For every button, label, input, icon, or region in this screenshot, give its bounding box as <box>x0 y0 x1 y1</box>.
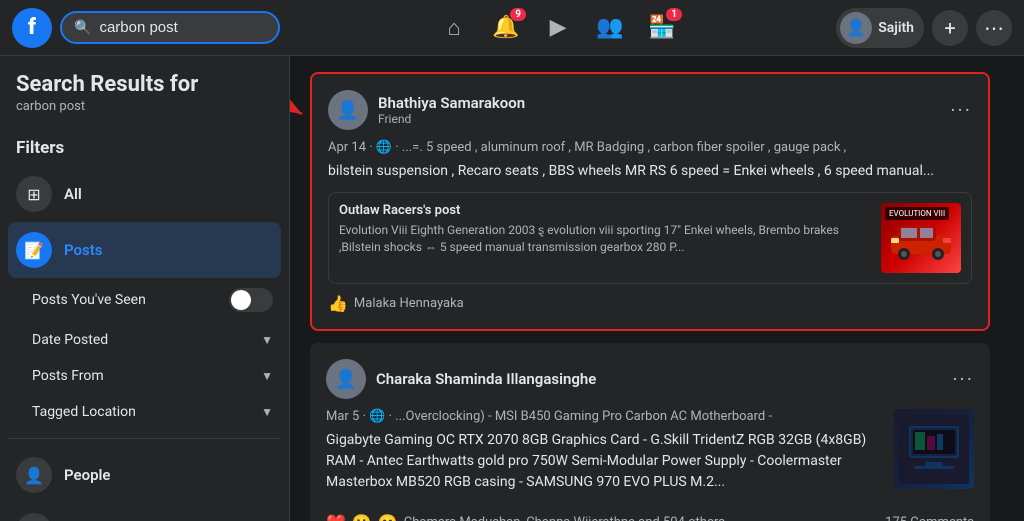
post1-menu-button[interactable]: ··· <box>950 98 972 122</box>
user-profile-button[interactable]: 👤 Sajith <box>836 8 924 48</box>
posts-seen-label: Posts You've Seen <box>32 292 146 308</box>
posts-you-seen-item[interactable]: Posts You've Seen <box>24 278 281 322</box>
groups-icon: 👥 <box>596 15 623 40</box>
nav-watch-button[interactable]: ▶ <box>534 4 582 52</box>
nav-icons: ⌂ 🔔 9 ▶ 👥 🏪 1 <box>288 4 828 52</box>
post1-subtitle: Friend <box>378 112 940 126</box>
search-results-title: Search Results for <box>8 72 281 99</box>
user-name: Sajith <box>878 20 914 36</box>
tagged-location-label: Tagged Location <box>32 404 136 420</box>
date-posted-label: Date Posted <box>32 332 108 348</box>
post1-username[interactable]: Bhathiya Samarakoon <box>378 94 940 112</box>
nav-home-button[interactable]: ⌂ <box>430 4 478 52</box>
filters-title: Filters <box>8 130 281 166</box>
pc-image-svg <box>899 414 969 484</box>
post2-text: Gigabyte Gaming OC RTX 2070 8GB Graphics… <box>326 430 884 493</box>
posts-seen-toggle[interactable] <box>229 288 273 312</box>
shared-post-image: EVOLUTION VIII <box>881 203 961 273</box>
top-navigation: f 🔍 ⌂ 🔔 9 ▶ 👥 🏪 1 👤 Sajith + <box>0 0 1024 56</box>
post1-avatar: 👤 <box>328 90 368 130</box>
plus-icon: + <box>944 16 955 40</box>
sidebar-people-label: People <box>64 466 111 484</box>
post-card-1: 👤 Bhathiya Samarakoon Friend ··· Apr 14 … <box>310 72 990 331</box>
posts-from-label: Posts From <box>32 368 104 384</box>
sidebar-posts-label: Posts <box>64 241 102 259</box>
like-emoji: 👍 <box>328 294 348 313</box>
evolution-label: EVOLUTION VIII <box>885 207 949 220</box>
play-icon: ▶ <box>550 15 567 40</box>
post2-image <box>894 409 974 489</box>
menu-dots-button[interactable]: ⋯ <box>976 10 1012 46</box>
post1-header: 👤 Bhathiya Samarakoon Friend ··· <box>328 90 972 130</box>
post2-username[interactable]: Charaka Shaminda Illangasinghe <box>376 370 942 388</box>
sidebar-item-posts[interactable]: 📝 Posts <box>8 222 281 278</box>
post2-menu-button[interactable]: ··· <box>952 367 974 391</box>
post2-text-block: Mar 5 · 🌐 · ...Overclocking) - MSI B450 … <box>326 409 884 503</box>
date-posted-chevron: ▼ <box>261 333 273 347</box>
post2-reactions: ❤️ 😮 😄 Chamara Madushan, Channa Wijerath… <box>326 513 974 521</box>
home-icon: ⌂ <box>447 15 460 41</box>
avatar: 👤 <box>840 12 872 44</box>
sidebar-item-people[interactable]: 👤 People <box>8 447 281 503</box>
people-icon: 👤 <box>16 457 52 493</box>
search-input[interactable] <box>99 19 259 36</box>
marketplace-badge: 1 <box>666 8 682 21</box>
wow-emoji: 😮 <box>352 513 372 521</box>
posts-submenu: Posts You've Seen Date Posted ▼ Posts Fr… <box>8 278 281 430</box>
main-content: 👤 Bhathiya Samarakoon Friend ··· Apr 14 … <box>290 56 1024 521</box>
post1-text: bilstein suspension , Recaro seats , BBS… <box>328 161 972 182</box>
red-arrow <box>290 84 317 144</box>
nav-marketplace-button[interactable]: 🏪 1 <box>638 4 686 52</box>
shared-post-title: Outlaw Racers's post <box>339 203 871 218</box>
post1-shared-post[interactable]: Outlaw Racers's post Evolution Viii Eigh… <box>328 192 972 284</box>
notifications-badge: 9 <box>510 8 526 21</box>
sidebar: Search Results for carbon post Filters ⊞… <box>0 56 290 521</box>
search-query-text: carbon post <box>8 99 281 130</box>
all-icon: ⊞ <box>16 176 52 212</box>
post2-header: 👤 Charaka Shaminda Illangasinghe ··· <box>326 359 974 399</box>
post2-comment-count: 175 Comments <box>885 515 974 521</box>
haha-emoji: 😄 <box>378 513 398 521</box>
shared-post-content: Outlaw Racers's post Evolution Viii Eigh… <box>339 203 871 273</box>
post-card-2: 👤 Charaka Shaminda Illangasinghe ··· Mar… <box>310 343 990 521</box>
post1-reactions: 👍 Malaka Hennayaka <box>328 294 972 313</box>
search-icon: 🔍 <box>74 20 91 36</box>
post1-reaction-user: Malaka Hennayaka <box>354 296 464 311</box>
search-box[interactable]: 🔍 <box>60 11 280 44</box>
sidebar-item-all[interactable]: ⊞ All <box>8 166 281 222</box>
body-layout: Search Results for carbon post Filters ⊞… <box>0 56 1024 521</box>
nav-groups-button[interactable]: 👥 <box>586 4 634 52</box>
post2-content-row: Mar 5 · 🌐 · ...Overclocking) - MSI B450 … <box>326 409 974 503</box>
date-posted-item[interactable]: Date Posted ▼ <box>24 322 281 358</box>
posts-icon: 📝 <box>16 232 52 268</box>
shared-post-desc: Evolution Viii Eighth Generation 2003 ȿ … <box>339 222 871 256</box>
nav-right: 👤 Sajith + ⋯ <box>836 8 1012 48</box>
post2-reaction-users: Chamara Madushan, Channa Wijerathne and … <box>404 515 725 521</box>
dots-icon: ⋯ <box>984 16 1004 40</box>
post2-date: Mar 5 · 🌐 · ...Overclocking) - MSI B450 … <box>326 409 884 424</box>
sidebar-all-label: All <box>64 185 82 203</box>
sidebar-divider <box>8 438 281 439</box>
tagged-location-chevron: ▼ <box>261 405 273 419</box>
post1-user-info: Bhathiya Samarakoon Friend <box>378 94 940 126</box>
post1-date: Apr 14 · 🌐 · ...=. 5 speed , aluminum ro… <box>328 140 972 155</box>
posts-from-item[interactable]: Posts From ▼ <box>24 358 281 394</box>
post2-user-info: Charaka Shaminda Illangasinghe <box>376 370 942 388</box>
nav-notifications-button[interactable]: 🔔 9 <box>482 4 530 52</box>
post2-avatar: 👤 <box>326 359 366 399</box>
heart-emoji: ❤️ <box>326 513 346 521</box>
add-button[interactable]: + <box>932 10 968 46</box>
posts-from-chevron: ▼ <box>261 369 273 383</box>
photos-icon: 🖼️ <box>16 513 52 521</box>
sidebar-item-photos[interactable]: 🖼️ Photos <box>8 503 281 521</box>
facebook-logo: f <box>12 8 52 48</box>
tagged-location-item[interactable]: Tagged Location ▼ <box>24 394 281 430</box>
